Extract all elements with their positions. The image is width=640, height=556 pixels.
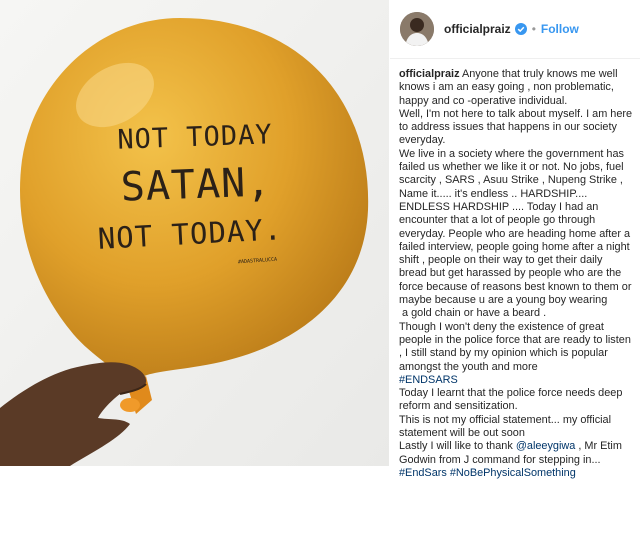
caption-paragraph-1: officialpraiz Anyone that truly knows me… — [399, 68, 633, 108]
caption-line: Though I won't deny the existence of gre… — [399, 320, 631, 373]
header-divider — [390, 58, 640, 59]
mention-link[interactable]: @aleeygiwa — [516, 440, 576, 452]
hashtag-link[interactable]: #EndSars — [399, 467, 447, 479]
caption-line: Well, I'm not here to talk about myself.… — [399, 107, 633, 147]
caption-author[interactable]: officialpraiz — [399, 68, 460, 80]
caption-line: We live in a society where the governmen… — [399, 147, 632, 307]
caption-line: This is not my official statement... my … — [399, 413, 612, 440]
hashtag-link[interactable]: #ENDSARS — [399, 374, 458, 386]
post-photo[interactable]: NOT TODAY SATAN, NOT TODAY. #ADASTRALUCC… — [0, 0, 389, 466]
hashtag-link[interactable]: #NoBePhysicalSomething — [450, 467, 576, 479]
caption-line: Lastly I will like to thank — [399, 440, 516, 453]
caption-line: a gold chain or have a beard . — [402, 307, 547, 320]
post-sidebar: officialpraiz • Follow officialpraiz Any… — [390, 0, 640, 556]
avatar-image — [400, 12, 434, 46]
avatar[interactable] — [400, 12, 434, 46]
post-header: officialpraiz • Follow — [400, 11, 640, 47]
verified-badge-icon — [514, 23, 527, 35]
instagram-post: NOT TODAY SATAN, NOT TODAY. #ADASTRALUCC… — [0, 0, 640, 556]
post-caption: officialpraiz Anyone that truly knows me… — [399, 68, 633, 480]
username[interactable]: officialpraiz — [444, 22, 511, 36]
follow-button[interactable]: Follow — [541, 22, 579, 36]
caption-paragraph-last: Lastly I will like to thank @aleeygiwa ,… — [399, 440, 633, 480]
separator-dot: • — [531, 22, 536, 36]
caption-line: Today I learnt that the police force nee… — [399, 387, 623, 413]
balloon-text-line-2: SATAN, — [119, 159, 273, 211]
